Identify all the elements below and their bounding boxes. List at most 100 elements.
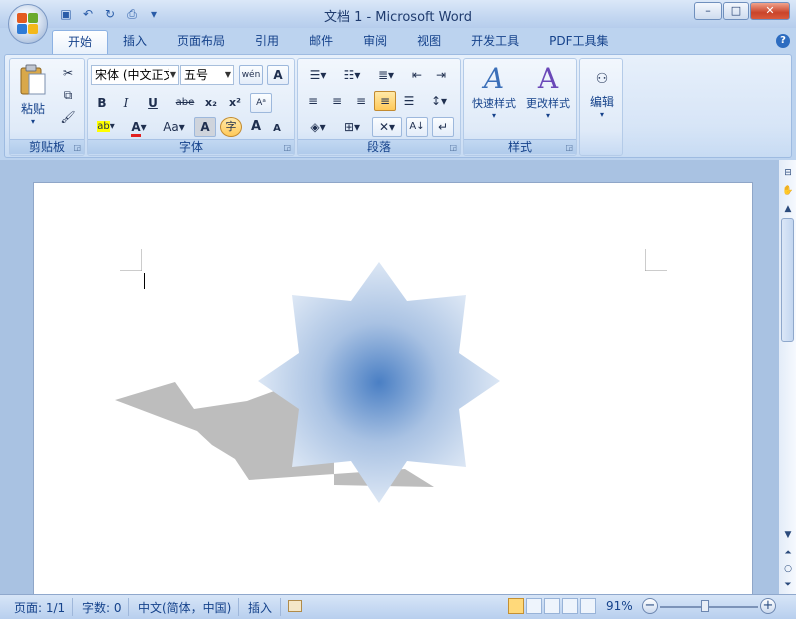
font-size-value: 五号 [184, 68, 209, 82]
office-button[interactable] [8, 4, 48, 44]
zoom-in-button[interactable]: + [760, 598, 776, 614]
pan-hand-icon[interactable]: ✋ [781, 184, 795, 198]
paragraph-group: ☰▾ ☷▾ ≣▾ ⇤ ⇥ ≡ ≡ ≡ ≡ ☰ ↕▾ ◈▾ ⊞▾ ✕▾ A↓ ↵ … [297, 58, 461, 156]
editing-group: ⚇ 编辑 ▾ [579, 58, 623, 156]
font-size-combo[interactable]: 五号 ▼ [180, 65, 234, 85]
underline-button[interactable]: U [139, 93, 167, 113]
quick-styles-button[interactable]: A 快速样式 ▾ [468, 63, 520, 133]
cut-icon[interactable]: ✂ [58, 63, 78, 83]
tab-home[interactable]: 开始 [52, 30, 109, 54]
status-divider [238, 598, 239, 616]
subscript-button[interactable]: x₂ [200, 93, 222, 113]
ruler-toggle-icon[interactable]: ⊟ [781, 166, 795, 180]
char-shading-button[interactable]: A [194, 117, 216, 137]
zoom-out-button[interactable]: − [642, 598, 658, 614]
scroll-up-icon[interactable]: ▲ [781, 202, 795, 216]
font-launcher-icon[interactable]: ◲ [283, 143, 291, 152]
line-spacing-icon[interactable]: ↕▾ [424, 91, 454, 111]
align-left-icon[interactable]: ≡ [302, 91, 324, 111]
tab-references[interactable]: 引用 [240, 30, 294, 54]
change-case-button[interactable]: Aa▾ [158, 117, 190, 137]
grow-font-button[interactable]: A [246, 117, 266, 137]
decrease-indent-icon[interactable]: ⇤ [406, 65, 428, 85]
font-name-combo[interactable]: 宋体 (中文正文 ▼ [91, 65, 179, 85]
quick-styles-icon: A [483, 62, 505, 95]
italic-button[interactable]: I [115, 93, 137, 113]
copy-icon[interactable]: ⧉ [58, 85, 78, 105]
help-icon[interactable]: ? [776, 34, 790, 48]
tab-page-layout[interactable]: 页面布局 [162, 30, 240, 54]
chevron-down-icon: ▾ [599, 110, 604, 119]
align-right-icon[interactable]: ≡ [350, 91, 372, 111]
zoom-level[interactable]: 91% [606, 599, 633, 613]
page-count[interactable]: 页面: 1/1 [14, 599, 65, 616]
chevron-down-icon: ▾ [491, 111, 496, 120]
paragraph-launcher-icon[interactable]: ◲ [449, 143, 457, 152]
word-count[interactable]: 字数: 0 [82, 599, 122, 616]
maximize-button[interactable]: □ [723, 2, 749, 20]
font-color-button[interactable]: A▾ [124, 117, 154, 137]
tab-mailings[interactable]: 邮件 [294, 30, 348, 54]
status-divider [72, 598, 73, 616]
shading-icon[interactable]: ◈▾ [302, 117, 334, 137]
office-logo-icon [17, 13, 39, 35]
close-button[interactable]: ✕ [750, 2, 790, 20]
language-indicator[interactable]: 中文(简体，中国) [138, 599, 231, 616]
clipboard-launcher-icon[interactable]: ◲ [73, 143, 81, 152]
tab-pdf-tools[interactable]: PDF工具集 [534, 30, 623, 54]
minimize-button[interactable]: – [694, 2, 722, 20]
previous-page-icon[interactable]: ⏶ [781, 546, 795, 560]
scroll-down-icon[interactable]: ▼ [781, 528, 795, 542]
font-color-label: A [131, 120, 141, 137]
borders-icon[interactable]: ⊞▾ [336, 117, 368, 137]
tab-view[interactable]: 视图 [402, 30, 456, 54]
superscript-button[interactable]: x² [224, 93, 246, 113]
char-border-button[interactable]: A [267, 65, 289, 85]
enclose-char-button[interactable]: 字 [220, 117, 242, 137]
phonetic-guide-button[interactable]: wén [239, 65, 263, 85]
editing-button[interactable]: ⚇ 编辑 ▾ [584, 65, 620, 135]
outline-view-icon[interactable] [562, 598, 578, 614]
change-styles-button[interactable]: A 更改样式 ▾ [522, 63, 574, 133]
document-area [0, 160, 778, 602]
full-screen-reading-icon[interactable] [526, 598, 542, 614]
print-layout-view-icon[interactable] [508, 598, 524, 614]
shrink-font-button[interactable]: A [268, 119, 286, 139]
window-title: 文档 1 - Microsoft Word [323, 10, 473, 25]
styles-launcher-icon[interactable]: ◲ [565, 143, 573, 152]
status-divider [128, 598, 129, 616]
paste-label: 粘贴 [20, 102, 45, 116]
vertical-scrollbar[interactable]: ⊟ ✋ ▲ ▼ ⏶ ○ ⏷ [778, 160, 796, 594]
increase-indent-icon[interactable]: ⇥ [430, 65, 452, 85]
draft-view-icon[interactable] [580, 598, 596, 614]
scroll-thumb[interactable] [781, 218, 794, 342]
clear-formatting-icon[interactable]: Aᵃ [250, 93, 272, 113]
bold-button[interactable]: B [91, 93, 113, 113]
chinese-layout-icon[interactable]: ✕▾ [372, 117, 402, 137]
next-page-icon[interactable]: ⏷ [781, 578, 795, 592]
font-group-label: 字体 [88, 139, 294, 154]
paste-button[interactable]: 粘贴 ▾ [16, 63, 50, 133]
star-shape-drawing[interactable] [34, 183, 754, 603]
bullets-icon[interactable]: ☰▾ [302, 65, 334, 85]
multilevel-list-icon[interactable]: ≣▾ [370, 65, 402, 85]
web-layout-icon[interactable] [544, 598, 560, 614]
macro-record-icon[interactable] [288, 600, 302, 612]
sort-icon[interactable]: A↓ [406, 117, 428, 137]
numbering-icon[interactable]: ☷▾ [336, 65, 368, 85]
format-painter-icon[interactable]: 🖌 [58, 107, 78, 127]
strikethrough-button[interactable]: abe [172, 93, 198, 113]
tab-developer[interactable]: 开发工具 [456, 30, 534, 54]
show-marks-icon[interactable]: ↵ [432, 117, 454, 137]
align-center-icon[interactable]: ≡ [326, 91, 348, 111]
document-page[interactable] [33, 182, 753, 602]
highlight-button[interactable]: ab▾ [91, 117, 121, 137]
distributed-icon[interactable]: ☰ [398, 91, 420, 111]
tab-insert[interactable]: 插入 [108, 30, 162, 54]
tab-review[interactable]: 审阅 [348, 30, 402, 54]
select-browse-object-icon[interactable]: ○ [781, 562, 795, 576]
zoom-slider-thumb[interactable] [701, 600, 710, 612]
insert-mode-indicator[interactable]: 插入 [248, 599, 272, 616]
justify-icon[interactable]: ≡ [374, 91, 396, 111]
font-name-value: 宋体 (中文正文 [95, 68, 169, 82]
